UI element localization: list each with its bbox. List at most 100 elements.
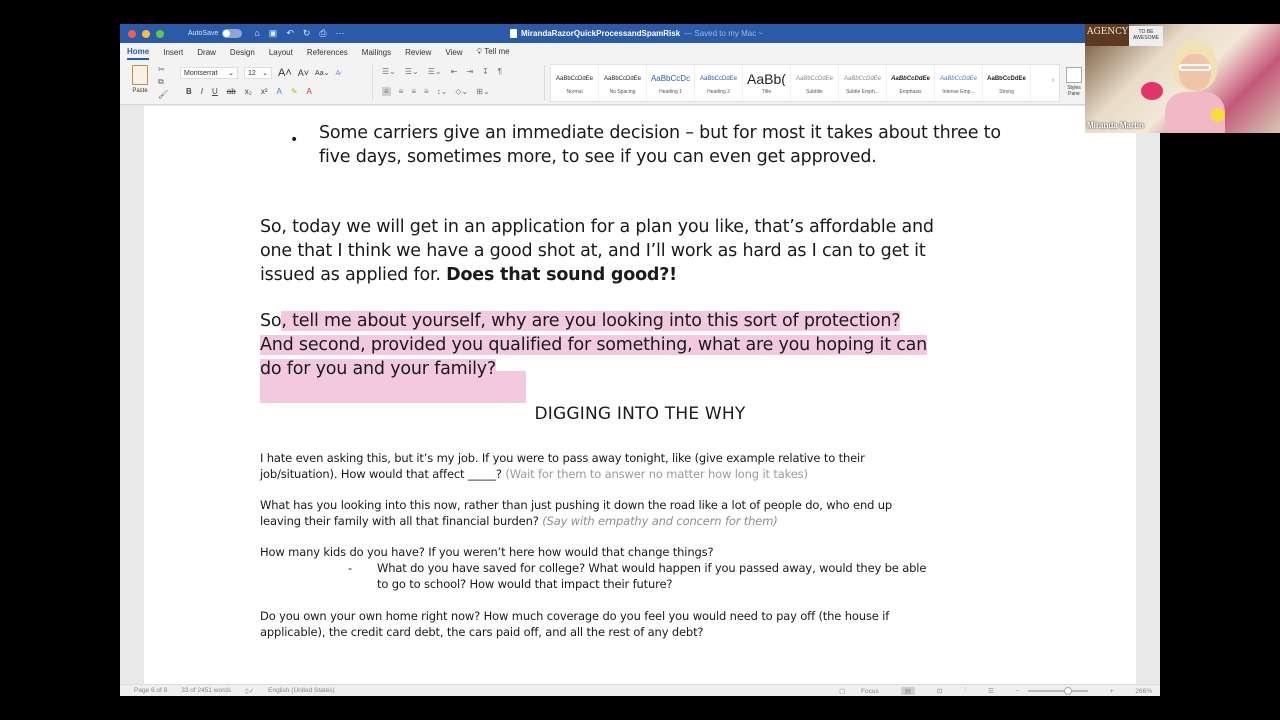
highlight-color-icon[interactable]: ✎ bbox=[291, 87, 298, 96]
cut-icon[interactable]: ✂ bbox=[158, 65, 168, 74]
autosave-label: AutoSave bbox=[188, 30, 219, 37]
document-page[interactable]: • Some carriers give an immediate decisi… bbox=[144, 106, 1136, 684]
zoom-in-button[interactable]: + bbox=[1110, 688, 1114, 695]
question-line: to go to school? How would that impact t… bbox=[377, 577, 673, 591]
tab-design[interactable]: Design bbox=[230, 46, 255, 59]
font-size-value: 12 bbox=[248, 69, 256, 77]
close-button[interactable] bbox=[128, 29, 136, 38]
font-color-icon[interactable]: A bbox=[307, 87, 312, 96]
style-title[interactable]: AaBb(Title bbox=[743, 65, 791, 101]
style-name: Heading 2 bbox=[707, 88, 730, 95]
page-count[interactable]: Page 6 of 8 bbox=[134, 687, 167, 694]
outline-icon[interactable]: ☰ bbox=[988, 687, 994, 695]
background-sign: AGENCY bbox=[1085, 24, 1129, 46]
style-subtitle[interactable]: AaBbCcDdEe Subtitle bbox=[791, 65, 839, 101]
paste-button[interactable]: Paste bbox=[128, 65, 152, 94]
style-emphasis[interactable]: AaBbCcDdEe Emphasis bbox=[887, 65, 935, 101]
line-spacing-icon[interactable]: ↕⌄ bbox=[437, 87, 448, 96]
paragraph-line: issued as applied for. bbox=[260, 265, 447, 285]
tab-draw[interactable]: Draw bbox=[197, 46, 216, 59]
question-line: leaving their family with all that finan… bbox=[260, 514, 543, 528]
styles-more-arrow[interactable]: › bbox=[1052, 77, 1054, 84]
subscript-icon[interactable]: x₂ bbox=[245, 87, 252, 96]
underline-icon[interactable]: U bbox=[212, 87, 218, 96]
read-mode-icon[interactable]: ⫶ bbox=[964, 687, 966, 695]
proofing-icon[interactable]: ▯✓ bbox=[245, 687, 254, 695]
style-heading-2[interactable]: AaBbCcDdEe Heading 2 bbox=[695, 65, 743, 101]
change-case-icon[interactable]: Aa⌄ bbox=[315, 69, 329, 77]
question-line: I hate even asking this, but it’s my job… bbox=[260, 451, 865, 465]
document-area[interactable]: • Some carriers give an immediate decisi… bbox=[120, 106, 1160, 684]
increase-indent-icon[interactable]: ⇥ bbox=[466, 67, 473, 76]
align-center-icon[interactable]: ≡ bbox=[399, 87, 404, 96]
tab-layout[interactable]: Layout bbox=[269, 46, 293, 59]
word-count[interactable]: 33 of 2451 words bbox=[181, 687, 231, 694]
participant-glasses bbox=[1179, 64, 1211, 71]
bullet-paragraph: Some carriers give an immediate decision… bbox=[319, 123, 1001, 167]
strikethrough-icon[interactable]: ab bbox=[227, 87, 236, 96]
multilevel-list-icon[interactable]: ☰⌄ bbox=[428, 67, 442, 76]
styles-pane-button[interactable]: Styles Pane bbox=[1062, 67, 1086, 97]
align-right-icon[interactable]: ≡ bbox=[411, 87, 416, 96]
minimize-button[interactable] bbox=[142, 29, 150, 38]
highlighted-text: , tell me about yourself, why are you lo… bbox=[281, 311, 901, 331]
web-layout-icon[interactable]: ⊡ bbox=[937, 687, 942, 695]
print-icon[interactable]: ⎙ bbox=[319, 28, 326, 39]
text-effects-icon[interactable]: A bbox=[276, 87, 281, 96]
highlighted-text: And second, provided you qualified for s… bbox=[260, 335, 928, 355]
more-icon[interactable]: ··· bbox=[336, 28, 345, 39]
bold-icon[interactable]: B bbox=[186, 87, 192, 96]
tab-review[interactable]: Review bbox=[405, 46, 431, 59]
show-formatting-icon[interactable]: ¶ bbox=[498, 67, 502, 76]
shading-icon[interactable]: ◇⌄ bbox=[455, 87, 468, 96]
zoom-level[interactable]: 266% bbox=[1135, 688, 1152, 695]
autosave-toggle[interactable] bbox=[222, 29, 243, 38]
align-left-icon[interactable]: ≡ bbox=[382, 87, 391, 96]
font-size-select[interactable]: 12 ⌄ bbox=[244, 67, 272, 79]
sort-icon[interactable]: ↧ bbox=[482, 67, 489, 76]
decrease-indent-icon[interactable]: ⇤ bbox=[451, 67, 458, 76]
grow-font-icon[interactable]: A˄ bbox=[278, 67, 292, 79]
bullets-icon[interactable]: ☰⌄ bbox=[382, 67, 396, 76]
style-normal[interactable]: AaBbCcDdEe Normal bbox=[551, 65, 599, 101]
zoom-out-button[interactable]: − bbox=[1016, 688, 1020, 695]
tab-mailings[interactable]: Mailings bbox=[362, 46, 391, 59]
zoom-slider[interactable] bbox=[1027, 687, 1088, 695]
superscript-icon[interactable]: x² bbox=[261, 87, 268, 96]
home-icon[interactable]: ⌂ bbox=[254, 28, 259, 39]
borders-icon[interactable]: ⊞⌄ bbox=[476, 87, 489, 96]
italic-icon[interactable]: I bbox=[201, 87, 203, 96]
divider bbox=[544, 65, 545, 101]
tell-me[interactable]: 💡︎ Tell me bbox=[477, 45, 510, 59]
tab-home[interactable]: Home bbox=[127, 45, 150, 60]
format-painter-icon[interactable]: 🖌︎ bbox=[158, 90, 168, 99]
word-window: AutoSave ⌂ ▣ ↶ ↻ ⎙ ··· MirandaRazorQuick… bbox=[120, 24, 1160, 696]
tab-view[interactable]: View bbox=[445, 46, 462, 59]
style-preview: AaBb( bbox=[747, 71, 786, 86]
shrink-font-icon[interactable]: A˅ bbox=[298, 68, 309, 78]
focus-button[interactable]: ▢ Focus bbox=[825, 687, 879, 695]
clear-formatting-icon[interactable]: A̷ bbox=[335, 70, 340, 77]
zoom-slider-knob[interactable] bbox=[1063, 687, 1072, 695]
video-call-tile[interactable]: AGENCY TO BE AWESOME Miranda Martin bbox=[1085, 24, 1280, 133]
style-no-spacing[interactable]: AaBbCcDdEe No Spacing bbox=[599, 65, 647, 101]
language[interactable]: English (United States) bbox=[268, 687, 334, 694]
style-heading-1[interactable]: AaBbCcDc Heading 1 bbox=[647, 65, 695, 101]
font-name-select[interactable]: Montserrat ⌄ bbox=[180, 67, 238, 79]
style-strong[interactable]: AaBbCcDdEe Strong bbox=[983, 65, 1031, 101]
redo-icon[interactable]: ↻ bbox=[303, 28, 311, 39]
question-3: How many kids do you have? If you weren’… bbox=[260, 545, 714, 559]
style-intense-emphasis[interactable]: AaBbCcDdEe Intense Emp... bbox=[935, 65, 983, 101]
zoom-button[interactable] bbox=[156, 29, 164, 38]
justify-icon[interactable]: ≡ bbox=[424, 87, 429, 96]
undo-icon[interactable]: ↶ bbox=[286, 28, 294, 39]
copy-icon[interactable]: ⧉ bbox=[158, 77, 168, 87]
document-icon bbox=[510, 29, 517, 38]
tab-insert[interactable]: Insert bbox=[163, 46, 183, 59]
instruction-note: (Wait for them to answer no matter how l… bbox=[505, 467, 808, 481]
numbering-icon[interactable]: ☰⌄ bbox=[405, 67, 419, 76]
save-icon[interactable]: ▣ bbox=[269, 28, 278, 39]
tab-references[interactable]: References bbox=[307, 46, 348, 59]
style-subtle-emphasis[interactable]: AaBbCcDdEe Subtle Emph... bbox=[839, 65, 887, 101]
print-layout-icon[interactable]: ▤ bbox=[900, 687, 915, 695]
